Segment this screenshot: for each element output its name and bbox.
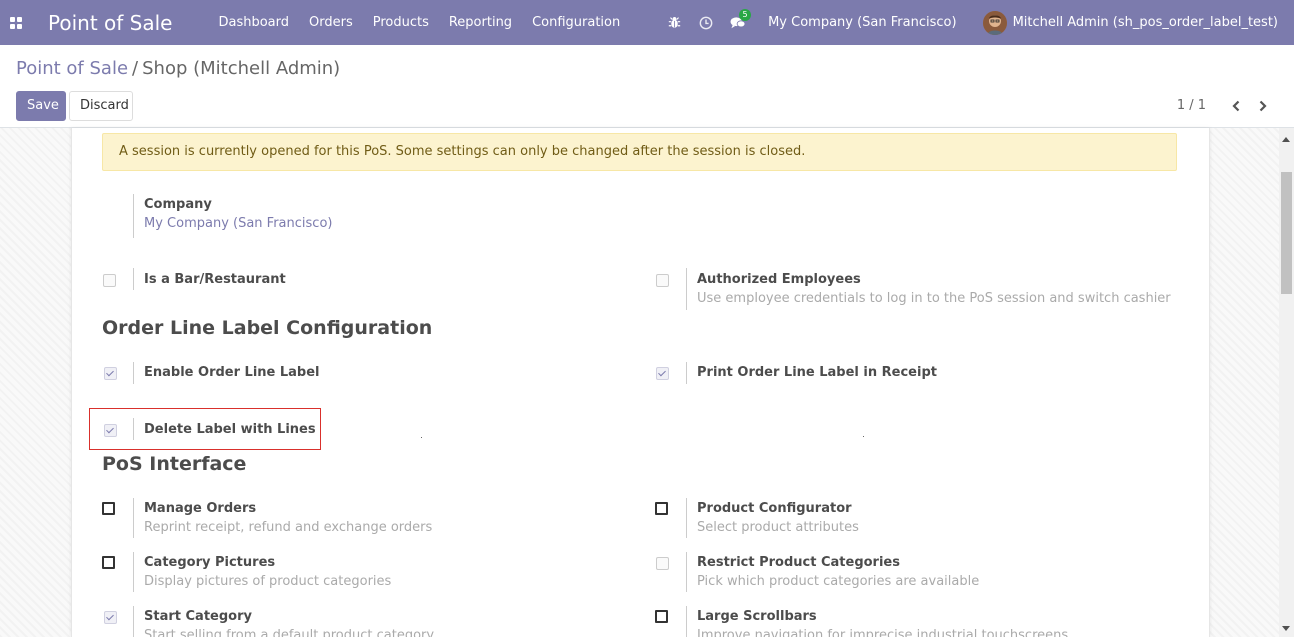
menu-orders[interactable]: Orders [299, 0, 363, 45]
messages-count-badge: 5 [739, 9, 752, 21]
large-scrollbars-checkbox[interactable] [655, 610, 668, 623]
breadcrumb-root-link[interactable]: Point of Sale [16, 58, 128, 79]
menu-dashboard[interactable]: Dashboard [208, 0, 299, 45]
apps-menu-icon[interactable] [0, 0, 32, 45]
stray-dot [863, 436, 864, 437]
authorized-employees-description: Use employee credentials to log in to th… [697, 291, 1171, 306]
authorized-employees-checkbox[interactable] [656, 274, 669, 287]
large-scrollbars-description: Improve navigation for imprecise industr… [697, 628, 1069, 637]
start-category-checkbox[interactable] [104, 611, 117, 624]
user-menu[interactable]: Mitchell Admin (sh_pos_order_label_test) [1013, 15, 1278, 30]
start-category-label: Start Category [144, 609, 252, 624]
save-button[interactable]: Save [16, 91, 66, 121]
scrollbar-thumb[interactable] [1281, 172, 1292, 294]
field-divider [133, 268, 134, 290]
company-switcher[interactable]: My Company (San Francisco) [768, 15, 956, 30]
debug-bug-icon[interactable] [658, 0, 690, 45]
stray-dot [421, 437, 422, 438]
enable-order-line-label-label: Enable Order Line Label [144, 365, 320, 380]
field-divider [133, 606, 134, 637]
restrict-categories-label: Restrict Product Categories [697, 555, 900, 570]
bar-restaurant-label: Is a Bar/Restaurant [144, 272, 286, 287]
field-divider [686, 606, 687, 637]
category-pictures-label: Category Pictures [144, 555, 276, 570]
pager-previous-icon[interactable] [1226, 96, 1246, 116]
breadcrumb-separator: / [132, 58, 139, 79]
field-divider [686, 552, 687, 592]
order-line-section-title: Order Line Label Configuration [102, 317, 433, 339]
breadcrumb-current: Shop (Mitchell Admin) [142, 58, 341, 79]
discard-button[interactable]: Discard [69, 91, 133, 121]
field-divider [686, 362, 687, 384]
restrict-categories-checkbox[interactable] [656, 557, 669, 570]
control-panel: Point of Sale / Shop (Mitchell Admin) Save… [0, 45, 1294, 128]
activity-clock-icon[interactable] [690, 0, 722, 45]
pager-value[interactable]: 1 / 1 [1177, 98, 1206, 113]
pos-interface-section-title: PoS Interface [102, 453, 247, 475]
field-divider [133, 194, 134, 238]
user-avatar[interactable] [982, 10, 1007, 35]
breadcrumb: Point of Sale / Shop (Mitchell Admin) [16, 58, 340, 79]
print-order-line-label-label: Print Order Line Label in Receipt [697, 365, 937, 380]
field-divider [133, 498, 134, 538]
field-divider [133, 362, 134, 384]
bar-restaurant-checkbox[interactable] [103, 274, 116, 287]
manage-orders-description: Reprint receipt, refund and exchange ord… [144, 520, 433, 535]
top-navbar: Point of Sale Dashboard Orders Products … [0, 0, 1294, 45]
field-divider [686, 498, 687, 538]
authorized-employees-label: Authorized Employees [697, 272, 861, 287]
large-scrollbars-label: Large Scrollbars [697, 609, 817, 624]
manage-orders-label: Manage Orders [144, 501, 257, 516]
menu-products[interactable]: Products [363, 0, 439, 45]
scroll-up-arrow-icon[interactable] [1282, 137, 1290, 142]
product-configurator-label: Product Configurator [697, 501, 852, 516]
enable-order-line-label-checkbox[interactable] [104, 367, 117, 380]
session-open-alert: A session is currently opened for this P… [102, 133, 1177, 171]
main-menu: Dashboard Orders Products Reporting Conf… [208, 0, 630, 45]
category-pictures-description: Display pictures of product categories [144, 574, 392, 589]
company-value-link[interactable]: My Company (San Francisco) [144, 216, 332, 231]
messages-chat-icon[interactable]: 5 [722, 0, 754, 45]
restrict-categories-description: Pick which product categories are availa… [697, 574, 980, 589]
highlight-box [89, 408, 321, 450]
print-order-line-label-checkbox[interactable] [656, 367, 669, 380]
company-label: Company [144, 197, 212, 212]
field-divider [686, 268, 687, 310]
category-pictures-checkbox[interactable] [102, 556, 115, 569]
pager-next-icon[interactable] [1253, 96, 1273, 116]
menu-reporting[interactable]: Reporting [439, 0, 522, 45]
start-category-description: Start selling from a default product cat… [144, 628, 435, 637]
app-title[interactable]: Point of Sale [48, 11, 172, 35]
product-configurator-checkbox[interactable] [655, 502, 668, 515]
scroll-down-arrow-icon[interactable] [1282, 626, 1290, 631]
field-divider [133, 552, 134, 592]
manage-orders-checkbox[interactable] [102, 502, 115, 515]
product-configurator-description: Select product attributes [697, 520, 859, 535]
menu-configuration[interactable]: Configuration [522, 0, 630, 45]
